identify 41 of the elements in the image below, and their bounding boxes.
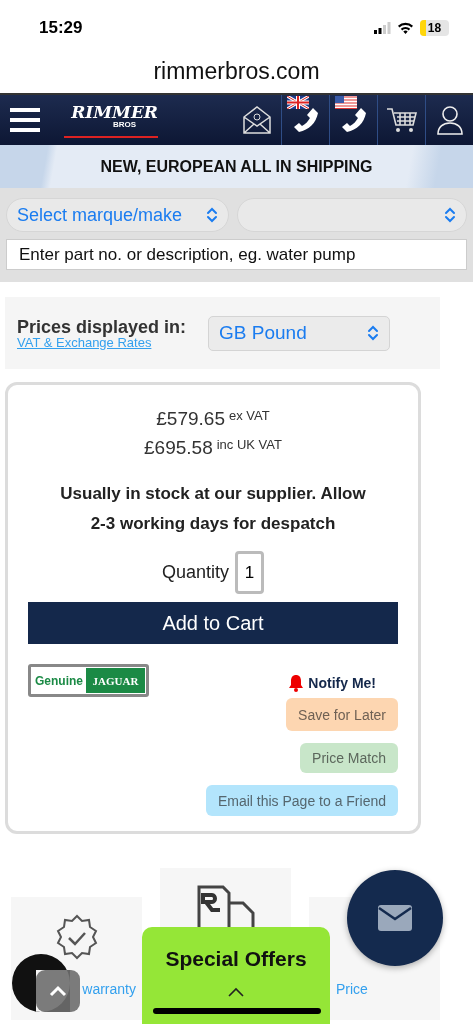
price: £695.58	[144, 436, 213, 460]
price-match-button[interactable]: Price Match	[300, 743, 398, 773]
contact-button[interactable]	[347, 870, 443, 966]
currency-label: Prices displayed in:	[17, 317, 187, 336]
cart-icon[interactable]	[385, 105, 418, 135]
price: £579.65	[156, 407, 225, 431]
scroll-top-button[interactable]	[36, 970, 80, 1012]
battery-icon: 18	[420, 20, 449, 36]
currency-select[interactable]: GB Pound	[208, 315, 391, 351]
genuine-badge: Genuine JAGUAR	[28, 664, 149, 697]
mail-icon[interactable]	[242, 105, 272, 135]
search-field[interactable]: Enter part no. or description, eg. water pump	[6, 239, 467, 270]
flag-icon	[335, 96, 357, 109]
address-bar[interactable]: rimmerbros.com	[153, 58, 320, 85]
vat-note: ex VAT	[229, 407, 270, 425]
email-friend-button[interactable]: Email this Page to a Friend	[205, 785, 398, 816]
special-offers-tab[interactable]: Special Offers	[142, 927, 330, 1024]
bell-icon	[288, 674, 305, 692]
flag-icon	[287, 96, 309, 109]
chevron-icon	[444, 207, 456, 223]
save-for-later-button[interactable]: Save for Later	[286, 698, 398, 731]
quantity-field[interactable]: 1	[235, 551, 264, 594]
vat-note: inc UK VAT	[216, 436, 282, 454]
account-icon[interactable]	[434, 104, 465, 136]
feature-label[interactable]: Price	[336, 981, 368, 997]
notify-link[interactable]: Notify Me!	[308, 675, 376, 691]
chevron-icon	[367, 325, 380, 341]
chevron-icon	[206, 207, 218, 223]
chevron-up-icon	[49, 985, 67, 997]
envelope-icon	[378, 905, 412, 931]
feature-label[interactable]: warranty	[82, 981, 136, 997]
make-select[interactable]: Select marque/make	[6, 198, 229, 232]
clock: 15:29	[39, 18, 83, 38]
add-to-cart-button[interactable]: Add to Cart	[28, 602, 398, 644]
signal-icon	[374, 22, 391, 34]
stock-message: Usually in stock at our supplier. Allow 2-3 working days for despatch	[59, 483, 367, 535]
wifi-icon	[397, 22, 414, 34]
quantity-label: Quantity	[161, 562, 229, 583]
caret-icon	[227, 987, 245, 997]
vat-rates-link[interactable]: VAT & Exchange Rates	[17, 335, 187, 349]
logo[interactable]: RIMMER BROS	[64, 104, 158, 138]
